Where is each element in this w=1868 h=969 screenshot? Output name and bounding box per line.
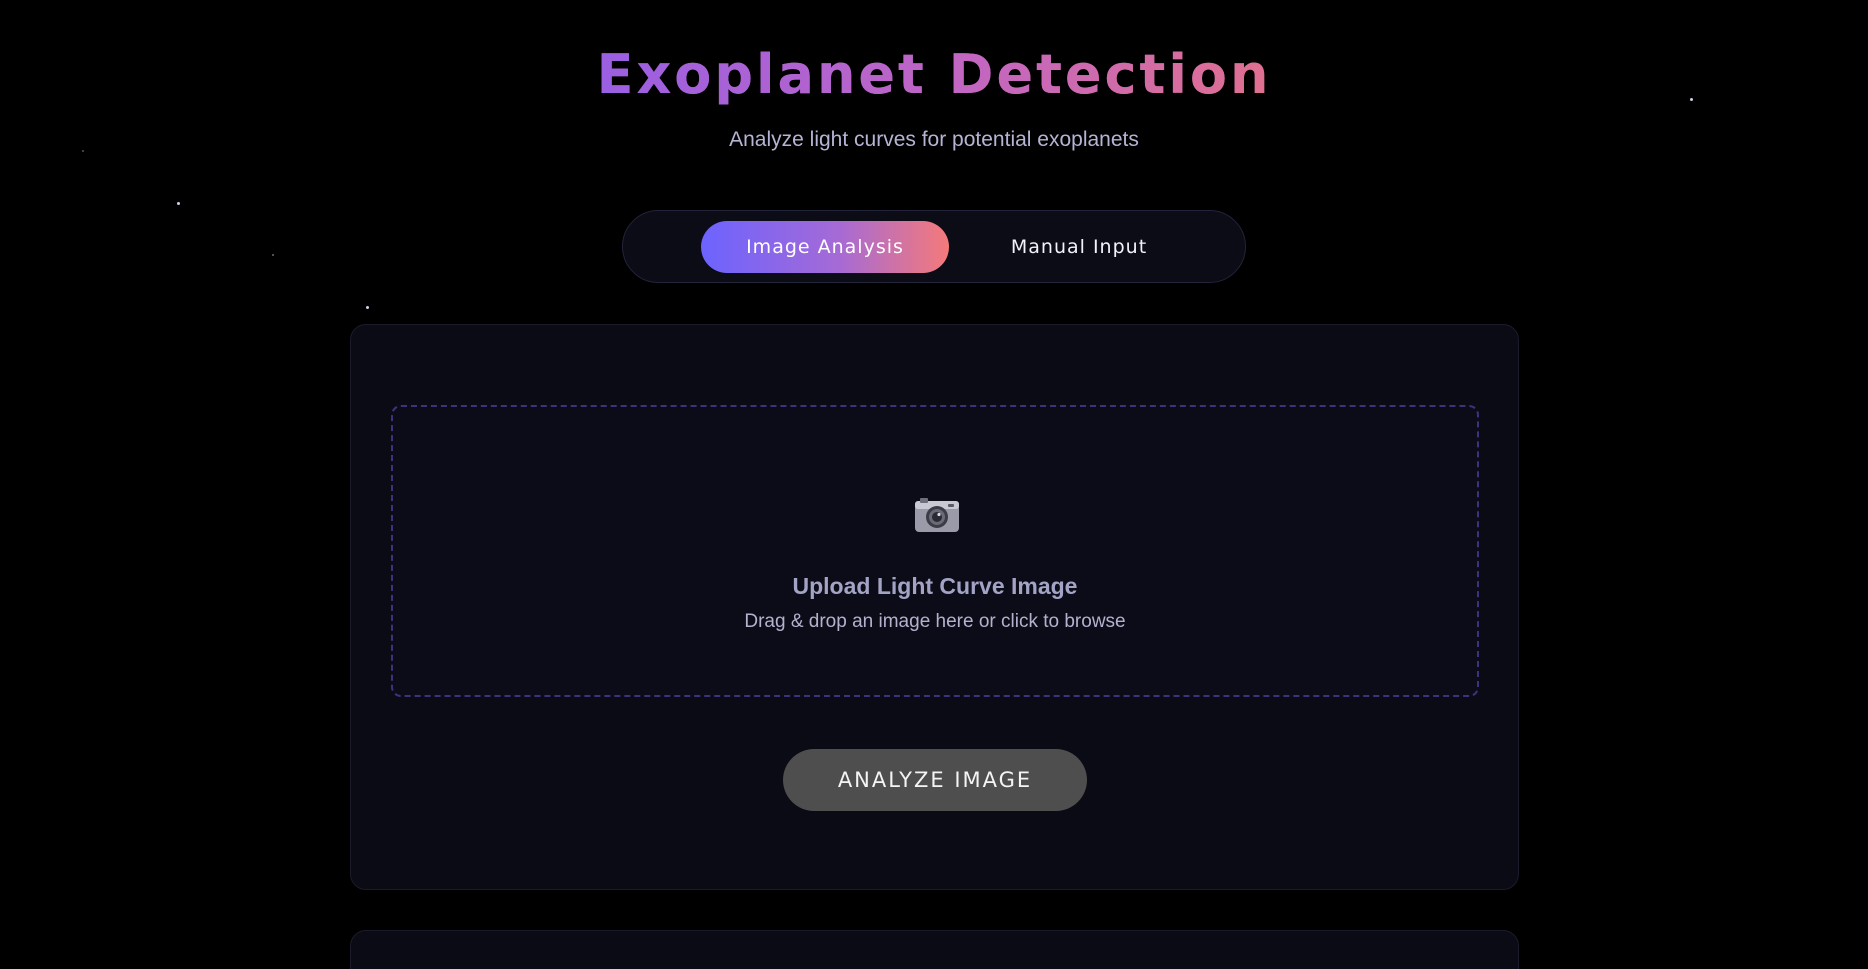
page-title-text: Exoplanet Detection [596, 43, 1272, 106]
star-decoration [272, 254, 274, 256]
page-subtitle: Analyze light curves for potential exopl… [729, 128, 1139, 151]
app-page: Exoplanet Detection Analyze light curves… [0, 0, 1868, 969]
tab-manual-input[interactable]: Manual Input [965, 221, 1193, 273]
analyze-image-button[interactable]: ANALYZE IMAGE [783, 749, 1087, 811]
tab-image-analysis[interactable]: Image Analysis [701, 221, 949, 273]
upload-title: Upload Light Curve Image [792, 573, 1078, 599]
mode-tab-bar: Image Analysis Manual Input [622, 210, 1246, 283]
camera-icon [915, 498, 959, 532]
page-title: Exoplanet Detection [0, 42, 1868, 108]
results-panel [350, 930, 1519, 969]
image-analysis-panel: Upload Light Curve Image Drag & drop an … [350, 324, 1519, 890]
star-decoration [177, 202, 180, 205]
upload-hint: Drag & drop an image here or click to br… [744, 611, 1126, 632]
upload-dropzone[interactable]: Upload Light Curve Image Drag & drop an … [391, 405, 1479, 697]
star-decoration [366, 306, 369, 309]
